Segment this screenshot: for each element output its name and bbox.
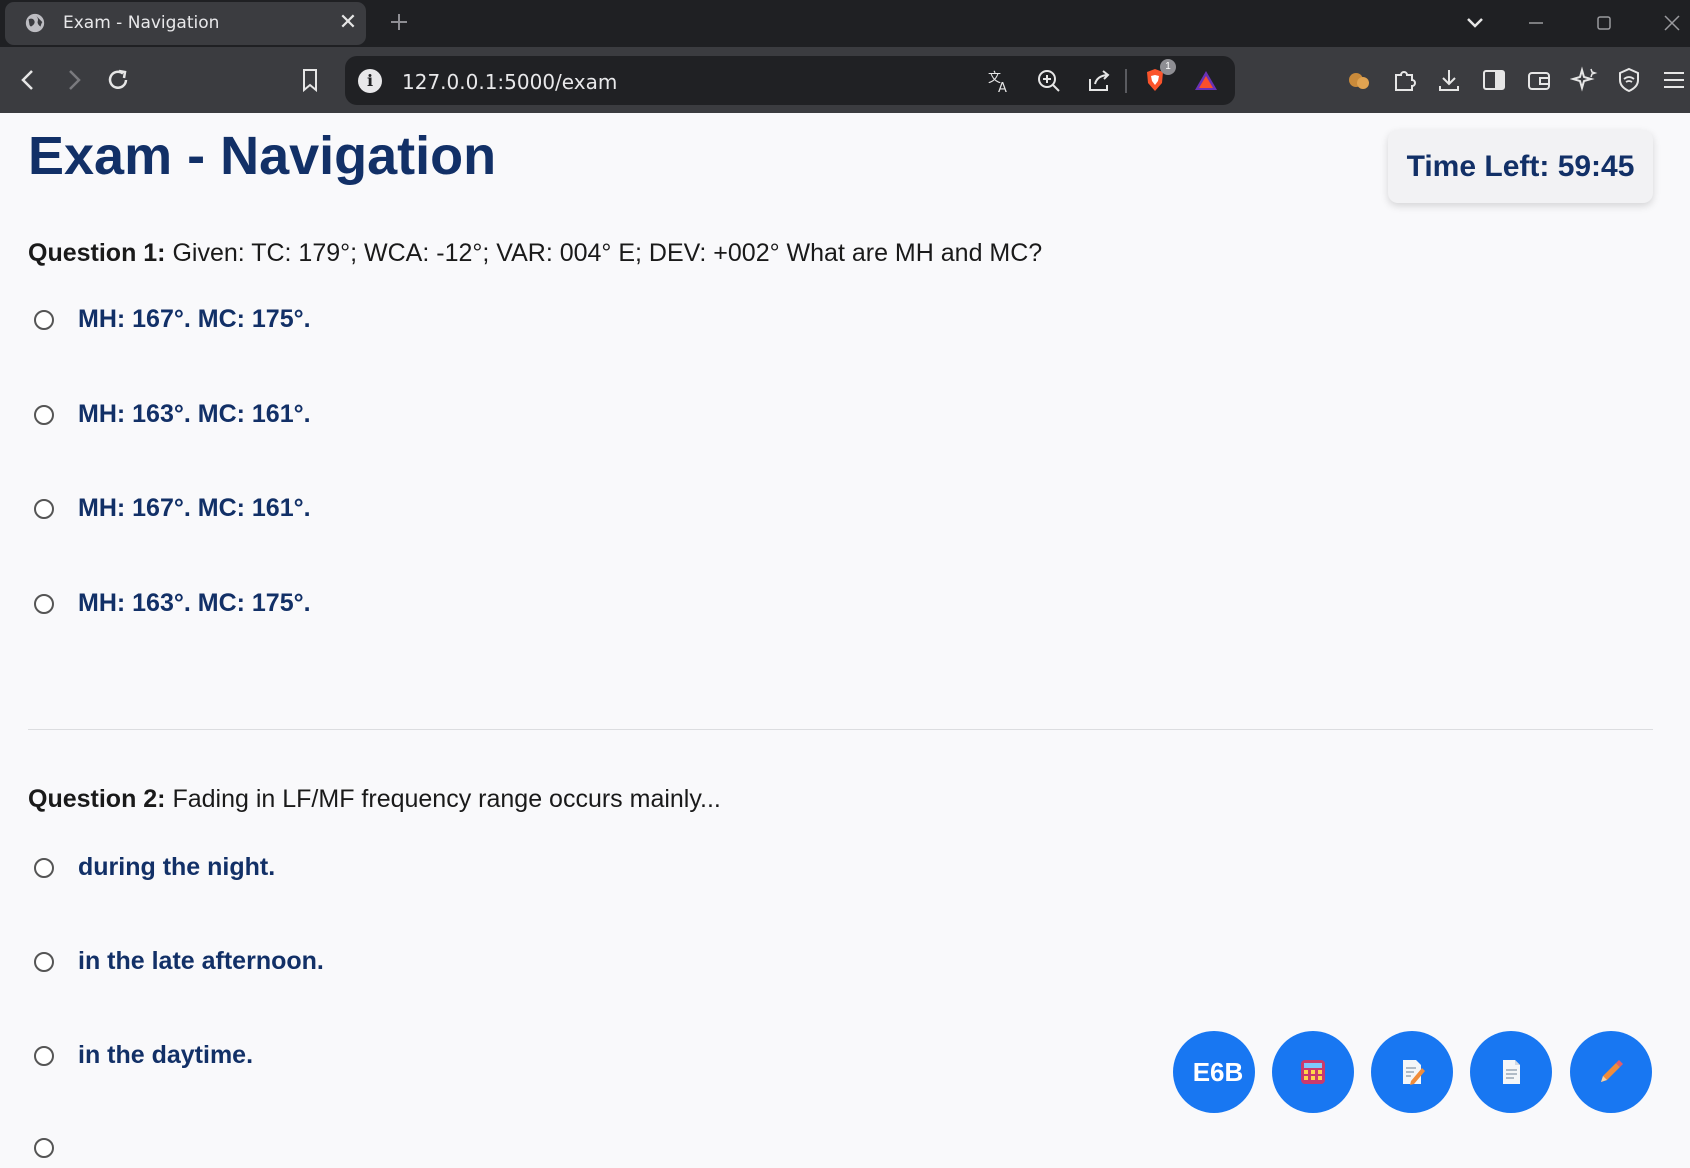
option-label[interactable]: during the night. [78, 853, 275, 882]
site-info-icon[interactable]: i [358, 69, 382, 93]
url-separator [1125, 69, 1127, 93]
tab-list-chevron-icon[interactable] [1460, 8, 1490, 38]
radio-button[interactable] [34, 952, 54, 972]
question-1-option-a[interactable]: MH: 167°. MC: 175°. [34, 300, 311, 340]
calculator-button[interactable] [1272, 1031, 1354, 1113]
option-label[interactable]: MH: 163°. MC: 175°. [78, 589, 311, 618]
option-label[interactable]: in the daytime. [78, 1041, 253, 1070]
question-text: Given: TC: 179°; WCA: -12°; VAR: 004° E;… [172, 239, 1043, 267]
question-2: Question 2: Fading in LF/MF frequency ra… [28, 785, 1648, 814]
option-label[interactable]: MH: 167°. MC: 175°. [78, 305, 311, 334]
cookie-extension-icon[interactable] [1345, 66, 1373, 94]
question-2-option-c[interactable]: in the daytime. [34, 1036, 253, 1076]
notes-button[interactable] [1371, 1031, 1453, 1113]
question-number: Question 2: [28, 785, 166, 813]
option-label[interactable]: MH: 167°. MC: 161°. [78, 494, 311, 523]
question-1: Question 1: Given: TC: 179°; WCA: -12°; … [28, 239, 1648, 268]
back-icon[interactable] [15, 66, 43, 94]
e6b-label: E6B [1192, 1056, 1244, 1087]
e6b-button[interactable]: E6B [1173, 1031, 1255, 1113]
sidebar-icon[interactable] [1480, 66, 1508, 94]
tab-title: Exam - Navigation [63, 13, 220, 33]
question-number: Question 1: [28, 239, 166, 267]
radio-button[interactable] [34, 310, 54, 330]
brave-rewards-icon[interactable] [1192, 67, 1220, 95]
radio-button[interactable] [34, 405, 54, 425]
wallet-icon[interactable] [1525, 66, 1553, 94]
radio-button[interactable] [34, 499, 54, 519]
browser-tab[interactable]: Exam - Navigation ✕ [5, 2, 366, 45]
browser-tab-bar: Exam - Navigation ✕ [0, 0, 1690, 47]
bookmark-icon[interactable] [296, 66, 324, 94]
url-text[interactable]: 127.0.0.1:5000/exam [402, 70, 617, 94]
close-window-icon[interactable] [1657, 8, 1687, 38]
browser-toolbar: i 127.0.0.1:5000/exam 文 A 1 [0, 47, 1690, 113]
radio-button[interactable] [34, 858, 54, 878]
maximize-icon[interactable] [1589, 8, 1619, 38]
new-tab-icon[interactable] [386, 9, 412, 35]
question-text: Fading in LF/MF frequency range occurs m… [172, 785, 721, 813]
pencil-icon [1601, 1060, 1623, 1082]
radio-button[interactable] [34, 1138, 54, 1158]
share-icon[interactable] [1085, 67, 1113, 95]
pencil-button[interactable] [1570, 1031, 1652, 1113]
close-tab-icon[interactable]: ✕ [337, 12, 359, 34]
menu-icon[interactable] [1660, 66, 1688, 94]
vpn-shield-icon[interactable] [1615, 66, 1643, 94]
option-label[interactable]: in the late afternoon. [78, 947, 324, 976]
globe-icon [25, 13, 45, 33]
translate-icon[interactable]: 文 A [985, 67, 1013, 95]
address-bar[interactable]: i 127.0.0.1:5000/exam 文 A 1 [345, 56, 1235, 105]
leo-ai-icon[interactable] [1570, 66, 1598, 94]
page-title: Exam - Navigation [28, 126, 497, 186]
question-1-option-b[interactable]: MH: 163°. MC: 161°. [34, 395, 311, 435]
radio-button[interactable] [34, 594, 54, 614]
notes-icon [1403, 1060, 1425, 1085]
question-divider [28, 729, 1653, 730]
shield-count-badge: 1 [1160, 59, 1176, 75]
question-2-option-d[interactable] [34, 1128, 54, 1168]
document-button[interactable] [1470, 1031, 1552, 1113]
time-left-badge: Time Left: 59:45 [1388, 130, 1653, 203]
svg-text:A: A [998, 81, 1007, 95]
document-icon [1503, 1060, 1520, 1084]
question-2-option-a[interactable]: during the night. [34, 848, 275, 888]
forward-icon[interactable] [59, 66, 87, 94]
option-label[interactable]: MH: 163°. MC: 161°. [78, 400, 311, 429]
radio-button[interactable] [34, 1046, 54, 1066]
question-1-option-d[interactable]: MH: 163°. MC: 175°. [34, 584, 311, 624]
download-icon[interactable] [1435, 66, 1463, 94]
reload-icon[interactable] [104, 66, 132, 94]
zoom-icon[interactable] [1035, 67, 1063, 95]
minimize-icon[interactable] [1521, 8, 1551, 38]
extensions-icon[interactable] [1390, 66, 1418, 94]
question-1-option-c[interactable]: MH: 167°. MC: 161°. [34, 489, 311, 529]
question-2-option-b[interactable]: in the late afternoon. [34, 942, 324, 982]
exam-page: Exam - Navigation Time Left: 59:45 Quest… [0, 113, 1690, 1158]
calculator-icon [1301, 1060, 1325, 1084]
